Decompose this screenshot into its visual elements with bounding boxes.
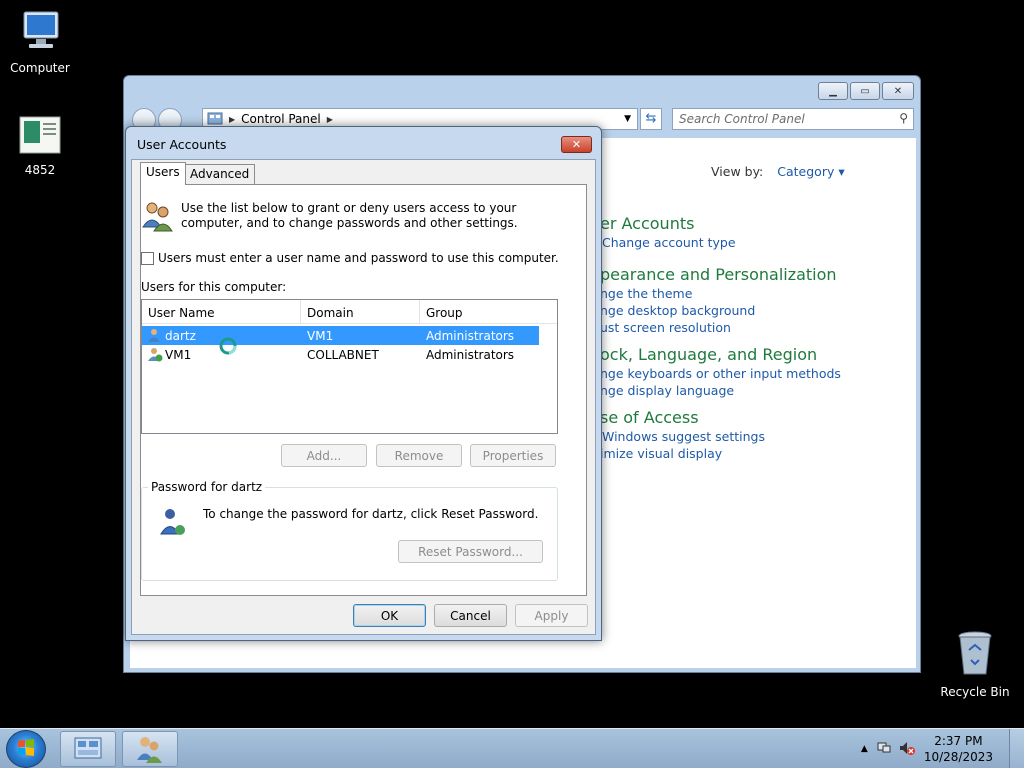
recycle-bin-icon — [958, 631, 992, 675]
column-header-domain[interactable]: Domain — [301, 300, 420, 323]
clock[interactable]: 2:37 PM 10/28/2023 — [924, 733, 993, 765]
dialog-close-button[interactable]: ✕ — [561, 136, 592, 153]
ok-button[interactable]: OK — [353, 604, 426, 627]
show-desktop-button[interactable] — [1009, 729, 1024, 768]
network-icon[interactable] — [876, 740, 892, 759]
user-key-icon — [160, 509, 185, 535]
category-link[interactable]: Windows suggest settings — [602, 429, 765, 444]
category-user-accounts: er Accounts Change account type — [600, 214, 736, 250]
table-row[interactable]: dartz VM1 Administrators — [142, 326, 539, 345]
tab-advanced[interactable]: Advanced — [184, 164, 256, 184]
password-group-label: Password for dartz — [148, 480, 266, 494]
category-link[interactable]: nge keyboards or other input methods — [600, 366, 841, 381]
close-icon: ✕ — [571, 138, 582, 151]
clock-date: 10/28/2023 — [923, 750, 993, 764]
taskbar: ▲ 2:37 PM 10/28/2023 — [0, 728, 1024, 768]
cancel-button[interactable]: Cancel — [434, 604, 507, 627]
category-appearance: pearance and Personalization nge the the… — [600, 265, 837, 335]
users-tab-panel: Use the list below to grant or deny user… — [140, 184, 587, 596]
category-ease-of-access: se of Access Windows suggest settings im… — [600, 408, 765, 461]
windows-logo-icon — [18, 739, 34, 756]
control-panel-icon — [207, 112, 223, 125]
minimize-icon: ▁ — [829, 85, 837, 97]
breadcrumb-arrow-icon: ▶ — [229, 114, 236, 124]
cell-domain: VM1 — [307, 328, 334, 343]
start-button[interactable] — [6, 730, 46, 768]
refresh-button[interactable]: ⇆ — [640, 108, 662, 130]
computer-icon — [23, 11, 59, 48]
refresh-icon: ⇆ — [645, 111, 657, 126]
breadcrumb-arrow-icon[interactable]: ▶ — [327, 115, 333, 124]
search-icon[interactable]: ⚲ — [899, 111, 908, 125]
category-heading[interactable]: pearance and Personalization — [600, 265, 837, 284]
view-by-label: View by: — [711, 164, 764, 179]
desktop-icon-label: 4852 — [24, 163, 56, 177]
control-panel-icon — [74, 737, 102, 759]
desktop-icon-4852[interactable]: 4852 — [0, 114, 80, 177]
view-by-dropdown[interactable]: Category ▾ — [777, 164, 844, 179]
users-list[interactable]: User Name Domain Group dartz VM1 Adminis… — [141, 299, 558, 434]
chevron-down-icon[interactable]: ▼ — [624, 114, 631, 124]
search-placeholder: Search Control Panel — [679, 112, 805, 126]
add-user-button[interactable]: Add... — [281, 444, 367, 467]
category-heading[interactable]: ock, Language, and Region — [600, 345, 841, 364]
window-controls: ▁ ▭ ✕ — [818, 82, 914, 100]
require-login-checkbox[interactable] — [141, 251, 154, 265]
view-by: View by: Category ▾ — [711, 164, 845, 179]
user-icon — [148, 329, 160, 342]
user-accounts-dialog: User Accounts ✕ Users Advanced Use the l… — [125, 126, 602, 641]
apply-button[interactable]: Apply — [515, 604, 588, 627]
tab-users[interactable]: Users — [140, 162, 186, 185]
list-header: User Name Domain Group — [142, 300, 557, 324]
close-icon: ✕ — [893, 85, 903, 97]
desktop-icon-computer[interactable]: Computer — [0, 8, 80, 75]
busy-cursor-icon — [219, 337, 237, 355]
category-heading[interactable]: se of Access — [600, 408, 765, 427]
taskbar-user-accounts-button[interactable] — [122, 731, 178, 767]
show-hidden-icons-button[interactable]: ▲ — [861, 744, 868, 754]
cell-domain: COLLABNET — [307, 347, 379, 362]
clock-time: 2:37 PM — [934, 734, 983, 748]
users-list-label: Users for this computer: — [141, 280, 287, 294]
search-input[interactable]: Search Control Panel ⚲ — [672, 108, 914, 130]
dialog-body: Users Advanced Use the list below to gra… — [131, 159, 596, 635]
password-instructions: To change the password for dartz, click … — [203, 507, 539, 521]
category-clock-language: ock, Language, and Region nge keyboards … — [600, 345, 841, 398]
column-header-group[interactable]: Group — [420, 300, 557, 323]
users-icon — [142, 202, 173, 232]
volume-muted-icon[interactable] — [898, 740, 916, 759]
maximize-icon: ▭ — [860, 85, 870, 97]
close-button[interactable]: ✕ — [882, 82, 914, 100]
remove-user-button[interactable]: Remove — [376, 444, 462, 467]
document-icon — [19, 116, 61, 154]
require-login-row: Users must enter a user name and passwor… — [141, 251, 559, 265]
category-link[interactable]: nge desktop background — [600, 303, 837, 318]
system-tray: ▲ 2:37 PM 10/28/2023 — [861, 729, 1024, 768]
intro-text: Use the list below to grant or deny user… — [181, 201, 518, 230]
reset-password-button[interactable]: Reset Password... — [398, 540, 543, 563]
category-heading[interactable]: er Accounts — [600, 214, 736, 233]
breadcrumb[interactable]: Control Panel — [241, 112, 321, 126]
properties-button[interactable]: Properties — [470, 444, 556, 467]
table-row[interactable]: VM1 COLLABNET Administrators — [142, 345, 539, 364]
taskbar-control-panel-button[interactable] — [60, 731, 116, 767]
column-header-user-name[interactable]: User Name — [142, 300, 301, 323]
desktop-icon-label: Computer — [10, 61, 70, 75]
category-link[interactable]: Change account type — [602, 235, 736, 250]
category-link[interactable]: nge display language — [600, 383, 841, 398]
require-login-label[interactable]: Users must enter a user name and passwor… — [158, 251, 559, 265]
maximize-button[interactable]: ▭ — [850, 82, 880, 100]
category-link[interactable]: nge the theme — [600, 286, 837, 301]
minimize-button[interactable]: ▁ — [818, 82, 848, 100]
user-globe-icon — [148, 348, 163, 362]
category-link[interactable]: imize visual display — [600, 446, 765, 461]
dialog-title: User Accounts — [137, 137, 227, 152]
category-link[interactable]: ust screen resolution — [600, 320, 837, 335]
cell-group: Administrators — [426, 347, 515, 362]
users-icon — [137, 737, 162, 763]
desktop-icon-label: Recycle Bin — [940, 685, 1010, 699]
password-groupbox: Password for dartz To change the passwor… — [141, 480, 558, 581]
cell-group: Administrators — [426, 328, 515, 343]
desktop-icon-recycle-bin[interactable]: Recycle Bin — [935, 630, 1015, 699]
